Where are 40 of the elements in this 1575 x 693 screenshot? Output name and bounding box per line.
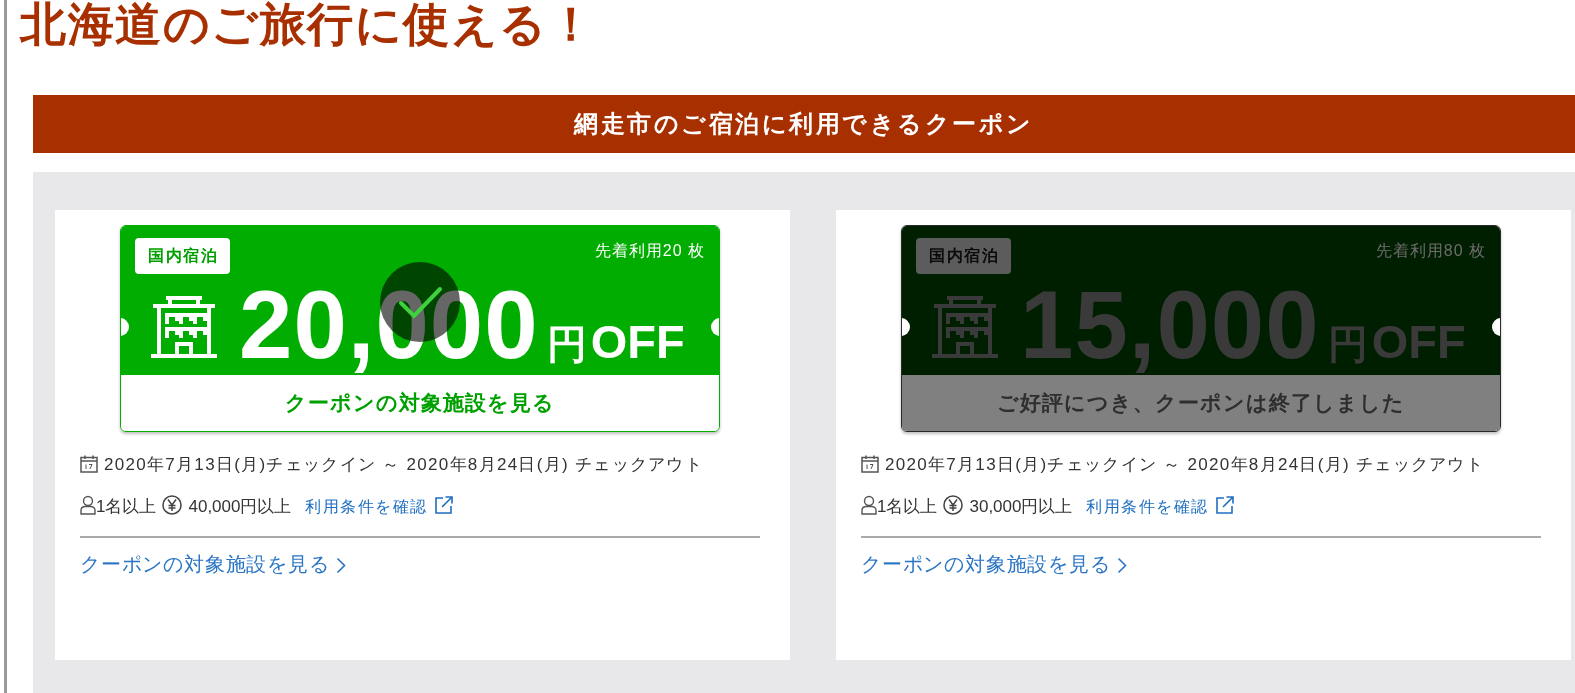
terms-link[interactable]: 利用条件を確認	[305, 498, 454, 515]
calendar-icon	[80, 455, 98, 473]
section-header: 網走市のご宿泊に利用できるクーポン	[33, 95, 1575, 153]
person-icon	[80, 495, 96, 515]
currency-text: 円	[546, 322, 587, 366]
building-icon	[151, 294, 217, 358]
coupon-ended-message: ご好評につき、クーポンは終了しました	[902, 375, 1500, 431]
guest-count-text: 1名以上	[877, 497, 938, 516]
minimum-price-text: 40,000円以上	[188, 497, 292, 516]
quantity-text: 先着利用80 枚	[1375, 241, 1486, 261]
page-title: 北海道のご旅行に使える！	[18, 0, 596, 48]
person-icon	[861, 495, 877, 515]
chevron-icon	[1116, 557, 1127, 575]
chevron-icon	[335, 557, 346, 575]
discount-amount: 20,000	[239, 277, 539, 373]
yen-icon	[162, 495, 183, 515]
minimum-price-text: 30,000円以上	[969, 497, 1073, 516]
currency-text: 円	[1327, 322, 1368, 366]
external-link-icon	[1214, 495, 1235, 515]
quantity-text: 先着利用20 枚	[594, 241, 705, 261]
facilities-link[interactable]: クーポンの対象施設を見る	[80, 550, 346, 578]
category-badge: 国内宿泊	[135, 238, 230, 274]
terms-link[interactable]: 利用条件を確認	[1086, 498, 1235, 515]
off-text: OFF	[1371, 317, 1466, 367]
building-icon	[932, 294, 998, 358]
calendar-icon	[861, 455, 879, 473]
off-text: OFF	[590, 317, 685, 367]
notch-icon	[711, 318, 719, 336]
notch-icon	[902, 318, 910, 336]
discount-amount: 15,000	[1020, 277, 1320, 373]
facilities-button[interactable]: クーポンの対象施設を見る	[121, 375, 719, 431]
date-range-text: 2020年7月13日(月)チェックイン ～ 2020年8月24日(月) チェックアウト	[104, 455, 704, 474]
notch-icon	[1492, 318, 1500, 336]
external-link-icon	[433, 495, 454, 515]
yen-icon	[943, 495, 964, 515]
date-range-text: 2020年7月13日(月)チェックイン ～ 2020年8月24日(月) チェックアウト	[885, 455, 1485, 474]
guest-count-text: 1名以上	[96, 497, 157, 516]
notch-icon	[121, 318, 129, 336]
facilities-link[interactable]: クーポンの対象施設を見る	[861, 550, 1127, 578]
category-badge: 国内宿泊	[916, 238, 1011, 274]
